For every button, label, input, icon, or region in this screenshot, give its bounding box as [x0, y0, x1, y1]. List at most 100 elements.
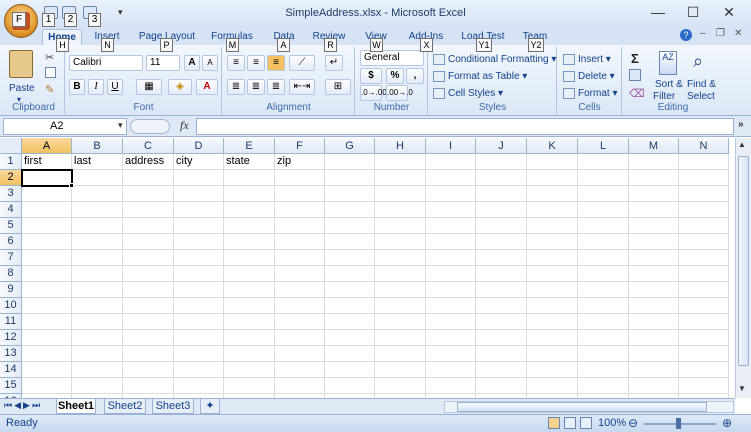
cell-c15[interactable] [123, 378, 174, 394]
cell-i12[interactable] [426, 330, 476, 346]
cell-g7[interactable] [325, 250, 375, 266]
cell-f11[interactable] [275, 314, 325, 330]
grow-font-button[interactable]: A [184, 55, 200, 71]
cell-h10[interactable] [375, 298, 426, 314]
column-header-k[interactable]: K [527, 138, 578, 154]
cell-l11[interactable] [578, 314, 629, 330]
cell-n5[interactable] [679, 218, 729, 234]
cell-m9[interactable] [629, 282, 679, 298]
cell-b15[interactable] [72, 378, 123, 394]
cell-h8[interactable] [375, 266, 426, 282]
font-name-dropdown[interactable]: Calibri [69, 55, 143, 71]
cell-g8[interactable] [325, 266, 375, 282]
cell-c10[interactable] [123, 298, 174, 314]
cell-a9[interactable] [22, 282, 72, 298]
page-layout-view-icon[interactable] [564, 417, 576, 429]
cell-n10[interactable] [679, 298, 729, 314]
cell-c14[interactable] [123, 362, 174, 378]
cell-j2[interactable] [476, 170, 527, 186]
cell-d5[interactable] [174, 218, 224, 234]
cell-l3[interactable] [578, 186, 629, 202]
cell-f14[interactable] [275, 362, 325, 378]
cell-l5[interactable] [578, 218, 629, 234]
column-header-f[interactable]: F [275, 138, 325, 154]
sheet-tab-1[interactable]: Sheet1 [56, 399, 96, 414]
column-header-m[interactable]: M [629, 138, 679, 154]
number-format-dropdown[interactable]: General [360, 50, 424, 66]
cell-c7[interactable] [123, 250, 174, 266]
cell-j10[interactable] [476, 298, 527, 314]
zoom-slider-handle[interactable] [676, 418, 681, 429]
cell-b5[interactable] [72, 218, 123, 234]
column-header-h[interactable]: H [375, 138, 426, 154]
cell-g13[interactable] [325, 346, 375, 362]
ribbon-restore-icon[interactable]: ❐ [716, 28, 725, 39]
cell-f8[interactable] [275, 266, 325, 282]
cell-e10[interactable] [224, 298, 275, 314]
cell-n14[interactable] [679, 362, 729, 378]
indent-icon[interactable]: ⇤⇥ [289, 79, 315, 95]
cell-b14[interactable] [72, 362, 123, 378]
align-left-icon[interactable]: ≣ [227, 79, 245, 95]
cell-h15[interactable] [375, 378, 426, 394]
cell-a14[interactable] [22, 362, 72, 378]
cell-n11[interactable] [679, 314, 729, 330]
row-header-15[interactable]: 15 [0, 378, 22, 394]
cell-m3[interactable] [629, 186, 679, 202]
vertical-scrollbar[interactable]: ▲ ▼ [735, 138, 751, 398]
cell-a15[interactable] [22, 378, 72, 394]
cell-j15[interactable] [476, 378, 527, 394]
cell-n9[interactable] [679, 282, 729, 298]
align-right-icon[interactable]: ≣ [267, 79, 285, 95]
cell-e1[interactable]: state [224, 154, 275, 170]
row-header-6[interactable]: 6 [0, 234, 22, 250]
currency-button[interactable]: $ [360, 68, 382, 84]
underline-button[interactable]: U [107, 79, 123, 95]
italic-button[interactable]: I [88, 79, 104, 95]
format-cells-button[interactable]: Format ▾ [563, 86, 617, 101]
cell-i7[interactable] [426, 250, 476, 266]
merge-center-icon[interactable]: ⊞ [325, 79, 351, 95]
cell-i4[interactable] [426, 202, 476, 218]
qat-customize-icon[interactable]: ▾ [118, 7, 123, 18]
cell-m5[interactable] [629, 218, 679, 234]
sheet-tab-3[interactable]: Sheet3 [152, 399, 194, 414]
cell-f3[interactable] [275, 186, 325, 202]
cell-j4[interactable] [476, 202, 527, 218]
column-header-b[interactable]: B [72, 138, 123, 154]
cell-k6[interactable] [527, 234, 578, 250]
format-painter-icon[interactable]: ✎ [45, 83, 54, 96]
font-size-dropdown[interactable]: 11 [146, 55, 180, 71]
bold-button[interactable]: B [69, 79, 85, 95]
cell-i1[interactable] [426, 154, 476, 170]
cell-d11[interactable] [174, 314, 224, 330]
cell-i6[interactable] [426, 234, 476, 250]
align-bottom-icon[interactable]: ≡ [267, 55, 285, 71]
cell-m15[interactable] [629, 378, 679, 394]
cell-b7[interactable] [72, 250, 123, 266]
cell-j14[interactable] [476, 362, 527, 378]
cell-h4[interactable] [375, 202, 426, 218]
row-header-2[interactable]: 2 [0, 170, 22, 186]
row-header-1[interactable]: 1 [0, 154, 22, 170]
cell-g11[interactable] [325, 314, 375, 330]
insert-sheet-icon[interactable]: ✦ [200, 399, 220, 414]
wrap-text-icon[interactable]: ↵ [325, 55, 343, 71]
cell-k2[interactable] [527, 170, 578, 186]
active-cell-a2[interactable] [21, 169, 74, 188]
cell-k7[interactable] [527, 250, 578, 266]
name-box[interactable]: A2 [3, 118, 127, 135]
cell-m12[interactable] [629, 330, 679, 346]
cell-e15[interactable] [224, 378, 275, 394]
cell-d12[interactable] [174, 330, 224, 346]
cell-k13[interactable] [527, 346, 578, 362]
cell-m4[interactable] [629, 202, 679, 218]
cell-d13[interactable] [174, 346, 224, 362]
cell-i10[interactable] [426, 298, 476, 314]
cell-e2[interactable] [224, 170, 275, 186]
cell-i13[interactable] [426, 346, 476, 362]
cell-k12[interactable] [527, 330, 578, 346]
cell-c5[interactable] [123, 218, 174, 234]
cell-j8[interactable] [476, 266, 527, 282]
fill-color-icon[interactable]: ◈ [168, 79, 192, 95]
